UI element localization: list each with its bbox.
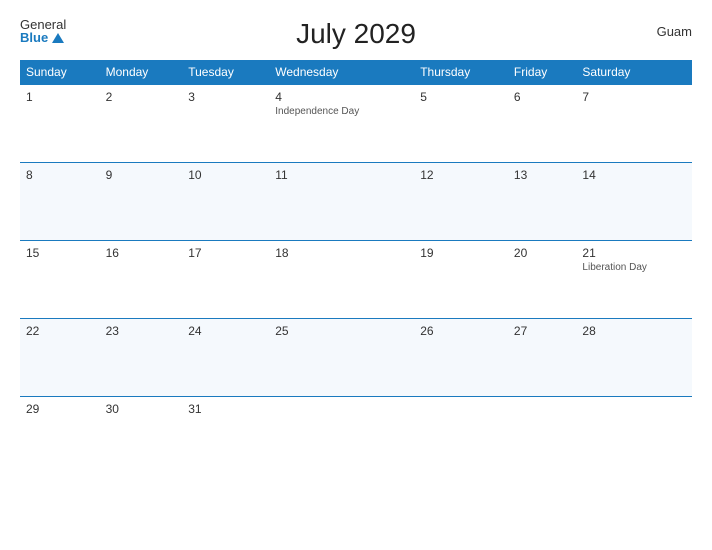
day-number: 6 bbox=[514, 90, 571, 104]
calendar-cell: 2 bbox=[100, 85, 183, 163]
logo-blue-text: Blue bbox=[20, 31, 66, 44]
day-number: 5 bbox=[420, 90, 502, 104]
day-number: 24 bbox=[188, 324, 263, 338]
day-number: 15 bbox=[26, 246, 94, 260]
calendar-cell: 17 bbox=[182, 241, 269, 319]
calendar-cell: 24 bbox=[182, 319, 269, 397]
day-number: 16 bbox=[106, 246, 177, 260]
day-number: 29 bbox=[26, 402, 94, 416]
calendar-cell bbox=[414, 397, 508, 475]
header-wednesday: Wednesday bbox=[269, 60, 414, 85]
header-sunday: Sunday bbox=[20, 60, 100, 85]
calendar-cell bbox=[508, 397, 577, 475]
calendar-table: Sunday Monday Tuesday Wednesday Thursday… bbox=[20, 60, 692, 475]
calendar-cell bbox=[269, 397, 414, 475]
day-number: 12 bbox=[420, 168, 502, 182]
calendar-cell: 15 bbox=[20, 241, 100, 319]
day-number: 27 bbox=[514, 324, 571, 338]
day-number: 17 bbox=[188, 246, 263, 260]
calendar-cell: 3 bbox=[182, 85, 269, 163]
day-number: 30 bbox=[106, 402, 177, 416]
calendar-cell: 26 bbox=[414, 319, 508, 397]
calendar-week-row: 1234 Independence Day 567 bbox=[20, 85, 692, 163]
day-number: 20 bbox=[514, 246, 571, 260]
day-number: 22 bbox=[26, 324, 94, 338]
day-number: 19 bbox=[420, 246, 502, 260]
calendar-cell: 14 bbox=[576, 163, 692, 241]
calendar-week-row: 15 16 17 18 19 20 21 Liberation Day bbox=[20, 241, 692, 319]
day-number: 31 bbox=[188, 402, 263, 416]
calendar-cell: 29 bbox=[20, 397, 100, 475]
calendar-cell: 7 bbox=[576, 85, 692, 163]
day-number: 21 bbox=[582, 246, 686, 260]
header-saturday: Saturday bbox=[576, 60, 692, 85]
calendar-cell: 13 bbox=[508, 163, 577, 241]
calendar-cell: 30 bbox=[100, 397, 183, 475]
logo: General Blue bbox=[20, 18, 66, 44]
calendar-cell: 16 bbox=[100, 241, 183, 319]
calendar-cell: 31 bbox=[182, 397, 269, 475]
day-number: 2 bbox=[106, 90, 177, 104]
calendar-week-row: 89 10 11 12 13 14 bbox=[20, 163, 692, 241]
day-number: 28 bbox=[582, 324, 686, 338]
day-number: 18 bbox=[275, 246, 408, 260]
calendar-cell: 5 bbox=[414, 85, 508, 163]
header-row: General Blue July 2029 Guam bbox=[20, 18, 692, 50]
day-number: 13 bbox=[514, 168, 571, 182]
calendar-cell: 11 bbox=[269, 163, 414, 241]
calendar-cell: 19 bbox=[414, 241, 508, 319]
calendar-cell bbox=[576, 397, 692, 475]
calendar-week-row: 22 23 24 25 26 27 28 bbox=[20, 319, 692, 397]
day-number: 25 bbox=[275, 324, 408, 338]
calendar-cell: 20 bbox=[508, 241, 577, 319]
calendar-cell: 18 bbox=[269, 241, 414, 319]
calendar-cell: 8 bbox=[20, 163, 100, 241]
calendar-cell: 10 bbox=[182, 163, 269, 241]
calendar-cell: 23 bbox=[100, 319, 183, 397]
holiday-name: Liberation Day bbox=[582, 262, 686, 273]
calendar-cell: 21 Liberation Day bbox=[576, 241, 692, 319]
day-number: 23 bbox=[106, 324, 177, 338]
header-thursday: Thursday bbox=[414, 60, 508, 85]
calendar-container: General Blue July 2029 Guam Sunday Monda… bbox=[0, 0, 712, 550]
calendar-cell: 1 bbox=[20, 85, 100, 163]
calendar-week-row: 29 30 31 bbox=[20, 397, 692, 475]
day-number: 7 bbox=[582, 90, 686, 104]
day-number: 10 bbox=[188, 168, 263, 182]
day-number: 3 bbox=[188, 90, 263, 104]
calendar-cell: 25 bbox=[269, 319, 414, 397]
day-number: 8 bbox=[26, 168, 94, 182]
calendar-cell: 9 bbox=[100, 163, 183, 241]
header-monday: Monday bbox=[100, 60, 183, 85]
weekday-header-row: Sunday Monday Tuesday Wednesday Thursday… bbox=[20, 60, 692, 85]
calendar-cell: 12 bbox=[414, 163, 508, 241]
calendar-cell: 28 bbox=[576, 319, 692, 397]
day-number: 1 bbox=[26, 90, 94, 104]
day-number: 4 bbox=[275, 90, 408, 104]
day-number: 11 bbox=[275, 168, 408, 182]
holiday-name: Independence Day bbox=[275, 106, 408, 117]
day-number: 9 bbox=[106, 168, 177, 182]
calendar-cell: 22 bbox=[20, 319, 100, 397]
calendar-cell: 6 bbox=[508, 85, 577, 163]
logo-triangle-icon bbox=[52, 33, 64, 43]
country-label: Guam bbox=[657, 24, 692, 39]
day-number: 26 bbox=[420, 324, 502, 338]
calendar-cell: 27 bbox=[508, 319, 577, 397]
header-tuesday: Tuesday bbox=[182, 60, 269, 85]
day-number: 14 bbox=[582, 168, 686, 182]
calendar-title: July 2029 bbox=[296, 18, 416, 50]
calendar-cell: 4 Independence Day bbox=[269, 85, 414, 163]
header-friday: Friday bbox=[508, 60, 577, 85]
